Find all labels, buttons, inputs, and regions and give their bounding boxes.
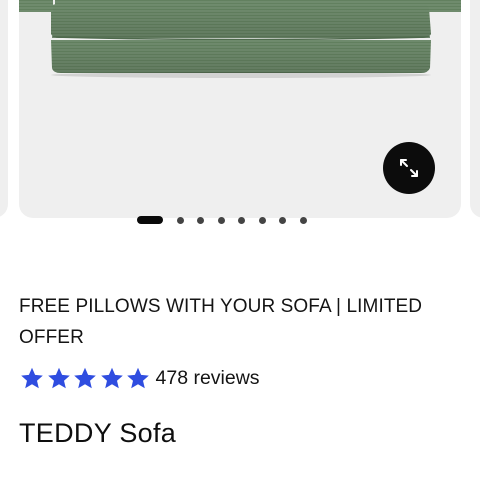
next-card-peek[interactable] <box>470 0 480 218</box>
image-gallery[interactable] <box>19 0 461 218</box>
previous-card-peek[interactable] <box>0 0 8 218</box>
carousel-dot[interactable] <box>197 216 204 224</box>
carousel-dot[interactable] <box>258 216 266 224</box>
star-icon <box>74 367 96 389</box>
star-icon <box>127 367 149 389</box>
carousel-dot[interactable] <box>217 216 225 224</box>
star-icon <box>100 367 123 389</box>
product-title: TEDDY Sofa <box>19 418 177 448</box>
rating-stars <box>19 366 152 390</box>
promo-banner-text: FREE PILLOWS WITH YOUR SOFA | LIMITED OF… <box>19 296 423 348</box>
carousel-dot-active[interactable] <box>137 216 163 224</box>
expand-button[interactable] <box>383 142 435 194</box>
carousel-dot[interactable] <box>279 216 286 224</box>
carousel-dot[interactable] <box>176 216 184 224</box>
carousel-pagination <box>137 216 307 224</box>
carousel-dot[interactable] <box>238 216 245 224</box>
expand-arrows-icon <box>400 159 418 177</box>
carousel-dot[interactable] <box>299 216 307 224</box>
star-icon <box>47 367 70 389</box>
star-icon <box>21 367 43 389</box>
reviews-count-link[interactable]: 478 reviews <box>156 367 260 390</box>
product-rating[interactable]: 478 reviews <box>19 364 260 392</box>
